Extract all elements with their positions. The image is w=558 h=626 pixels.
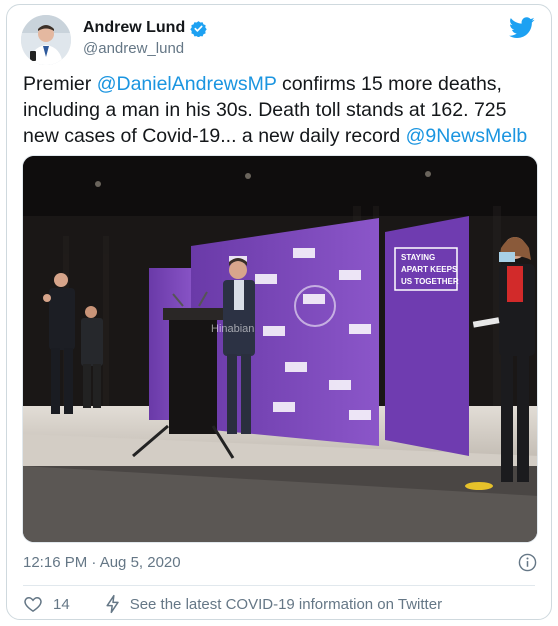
verified-badge-icon: [190, 20, 207, 37]
avatar[interactable]: [21, 15, 71, 65]
heart-icon[interactable]: [23, 594, 43, 614]
banner-line: US TOGETHER: [401, 277, 459, 286]
press-conference-photo: STAYING APART KEEPS US TOGETHER Hinabian: [23, 156, 537, 542]
banner-line: APART KEEPS: [401, 265, 458, 274]
author-name[interactable]: Andrew Lund: [83, 19, 207, 37]
divider: [23, 585, 535, 586]
author-handle[interactable]: @andrew_lund: [83, 40, 184, 57]
tweet-photo[interactable]: STAYING APART KEEPS US TOGETHER Hinabian: [22, 155, 538, 543]
author-name-text[interactable]: Andrew Lund: [83, 19, 185, 37]
tweet-text-part: Premier: [23, 73, 97, 95]
info-icon[interactable]: [518, 553, 537, 572]
avatar-photo: [21, 15, 71, 65]
tweet-timestamp[interactable]: 12:16 PM · Aug 5, 2020: [23, 554, 181, 571]
lightning-bolt-icon: [106, 594, 119, 614]
mention-link[interactable]: @DanielAndrewsMP: [97, 73, 277, 95]
action-bar: 14 See the latest COVID-19 information o…: [23, 594, 442, 614]
watermark-text: Hinabian: [211, 323, 254, 335]
tweet-text: Premier @DanielAndrewsMP confirms 15 mor…: [23, 71, 543, 149]
covid-info-link[interactable]: See the latest COVID-19 information on T…: [130, 596, 442, 613]
banner-line: STAYING: [401, 253, 435, 262]
tweet-card: Andrew Lund @andrew_lund Premier @Daniel…: [6, 4, 552, 620]
twitter-bird-icon[interactable]: [509, 17, 535, 39]
mention-link[interactable]: @9NewsMelb: [406, 125, 528, 147]
like-count[interactable]: 14: [53, 596, 70, 613]
